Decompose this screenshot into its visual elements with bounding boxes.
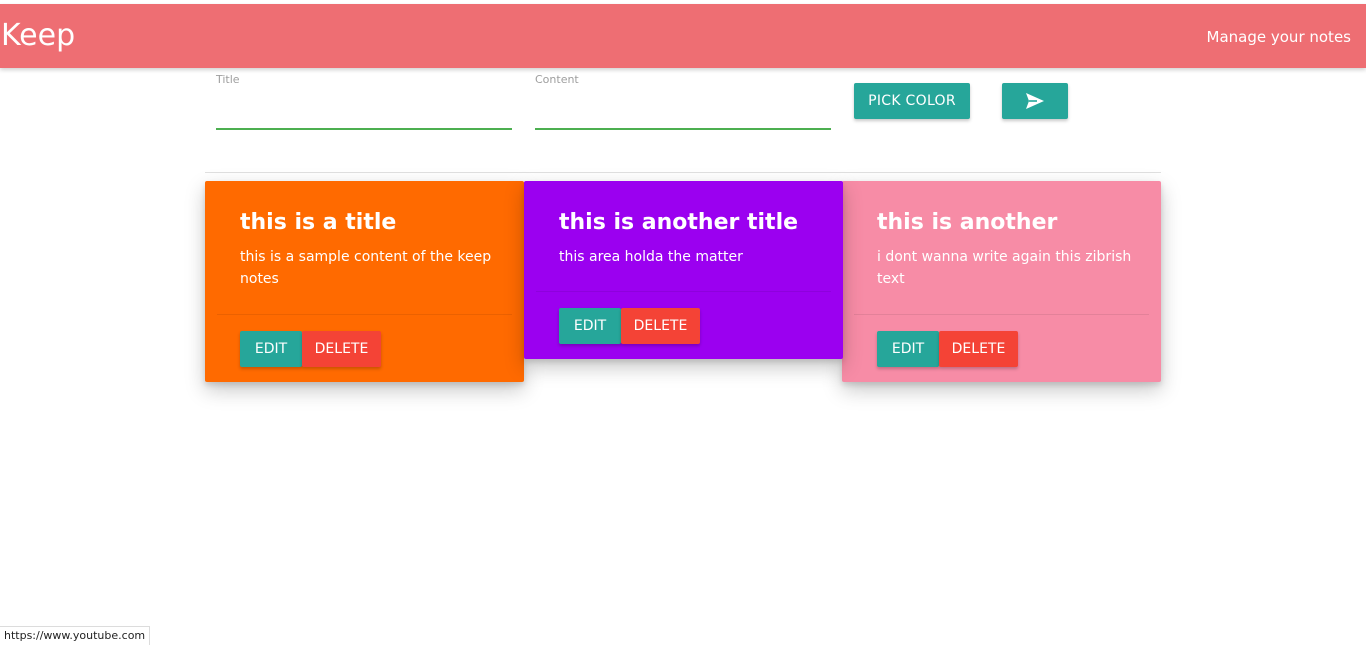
content-label: Content <box>535 73 579 86</box>
card-actions: EDIT DELETE <box>240 331 381 367</box>
delete-button[interactable]: DELETE <box>621 308 700 344</box>
manage-notes-link[interactable]: Manage your notes <box>1207 27 1351 47</box>
note-title: this is a title <box>240 210 397 235</box>
card-divider <box>854 314 1149 315</box>
card-actions: EDIT DELETE <box>559 308 700 344</box>
note-card: this is another i dont wanna write again… <box>842 181 1161 382</box>
note-card: this is a title this is a sample content… <box>205 181 524 382</box>
title-input[interactable] <box>216 92 512 130</box>
status-bar-url: https://www.youtube.com <box>0 626 150 645</box>
note-content: this is a sample content of the keep not… <box>240 249 492 287</box>
edit-button[interactable]: EDIT <box>559 308 621 344</box>
send-icon <box>1026 93 1044 109</box>
note-title: this is another title <box>559 210 799 235</box>
note-title: this is another <box>877 210 1058 235</box>
card-divider <box>217 314 512 315</box>
add-note-button[interactable] <box>1002 83 1068 119</box>
delete-button[interactable]: DELETE <box>939 331 1018 367</box>
pick-color-button[interactable]: PICK COLOR <box>854 83 970 119</box>
edit-button[interactable]: EDIT <box>877 331 939 367</box>
brand-logo[interactable]: Keep <box>1 18 75 54</box>
title-label: Title <box>216 73 240 86</box>
title-field: Title <box>216 70 512 130</box>
delete-button[interactable]: DELETE <box>302 331 381 367</box>
note-content: i dont wanna write again this zibrish te… <box>877 249 1132 287</box>
note-content: this area holda the matter <box>559 249 743 265</box>
content-field: Content <box>535 70 831 130</box>
divider <box>205 172 1161 173</box>
content-input[interactable] <box>535 92 831 130</box>
page: Keep Manage your notes Title Content PIC… <box>0 0 1366 645</box>
note-card: this is another title this area holda th… <box>524 181 843 359</box>
card-divider <box>536 291 831 292</box>
card-actions: EDIT DELETE <box>877 331 1018 367</box>
navbar: Keep Manage your notes <box>0 4 1366 68</box>
edit-button[interactable]: EDIT <box>240 331 302 367</box>
